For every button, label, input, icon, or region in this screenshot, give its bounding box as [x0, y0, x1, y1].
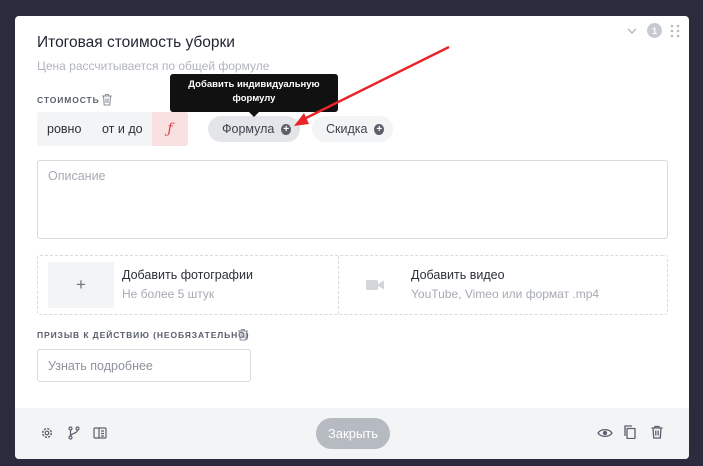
copy-icon[interactable]	[623, 425, 637, 439]
cost-mode-formula[interactable]: ƒ	[152, 112, 188, 146]
video-camera-icon[interactable]	[366, 279, 384, 291]
chevron-down-icon[interactable]	[625, 24, 639, 38]
plus-circle-icon: +	[281, 123, 291, 135]
block-title[interactable]: Итоговая стоимость уборки	[37, 34, 235, 52]
description-field[interactable]: Описание	[37, 160, 668, 239]
price-block-card: Итоговая стоимость уборки Цена рассчитыв…	[15, 16, 689, 459]
cost-mode-exact[interactable]: ровно	[37, 112, 89, 146]
block-footer: Закрыть	[15, 408, 689, 459]
cta-input[interactable]	[37, 349, 251, 382]
drag-handle-icon[interactable]	[669, 24, 681, 38]
add-discount-label: Скидка	[326, 122, 368, 136]
add-formula-label: Формула	[222, 122, 275, 136]
close-button[interactable]: Закрыть	[316, 418, 390, 449]
add-discount-button[interactable]: Скидка +	[312, 116, 393, 142]
branch-icon[interactable]	[67, 426, 81, 440]
add-video-hint: YouTube, Vimeo или формат .mp4	[411, 287, 600, 301]
add-formula-button[interactable]: Формула +	[208, 116, 300, 142]
gear-icon[interactable]	[40, 426, 54, 440]
trash-icon[interactable]	[101, 93, 113, 106]
plus-circle-icon: +	[374, 123, 384, 135]
layout-icon[interactable]	[93, 426, 107, 440]
eye-icon[interactable]	[597, 426, 613, 440]
cost-mode-switch: ровно от и до ƒ	[37, 112, 188, 146]
tooltip-pointer	[248, 111, 260, 117]
add-photo-title[interactable]: Добавить фотографии	[122, 268, 253, 282]
add-video-title[interactable]: Добавить видео	[411, 268, 505, 282]
formula-tooltip: Добавить индивидуальную формулу	[170, 74, 338, 112]
trash-icon[interactable]	[650, 425, 664, 439]
cost-section-label: СТОИМОСТЬ	[37, 95, 100, 105]
media-upload-area: + Добавить фотографии Не более 5 штук До…	[37, 255, 668, 315]
block-subtitle[interactable]: Цена рассчитывается по общей формуле	[37, 59, 269, 73]
trash-icon[interactable]	[237, 328, 249, 341]
media-divider	[338, 256, 339, 314]
cost-mode-range[interactable]: от и до	[89, 112, 152, 146]
add-photo-hint: Не более 5 штук	[122, 287, 215, 301]
cta-section-label: ПРИЗЫВ К ДЕЙСТВИЮ (НЕОБЯЗАТЕЛЬНО)	[37, 330, 250, 340]
add-photo-button[interactable]: +	[48, 262, 114, 308]
block-number-badge: 1	[647, 23, 662, 38]
